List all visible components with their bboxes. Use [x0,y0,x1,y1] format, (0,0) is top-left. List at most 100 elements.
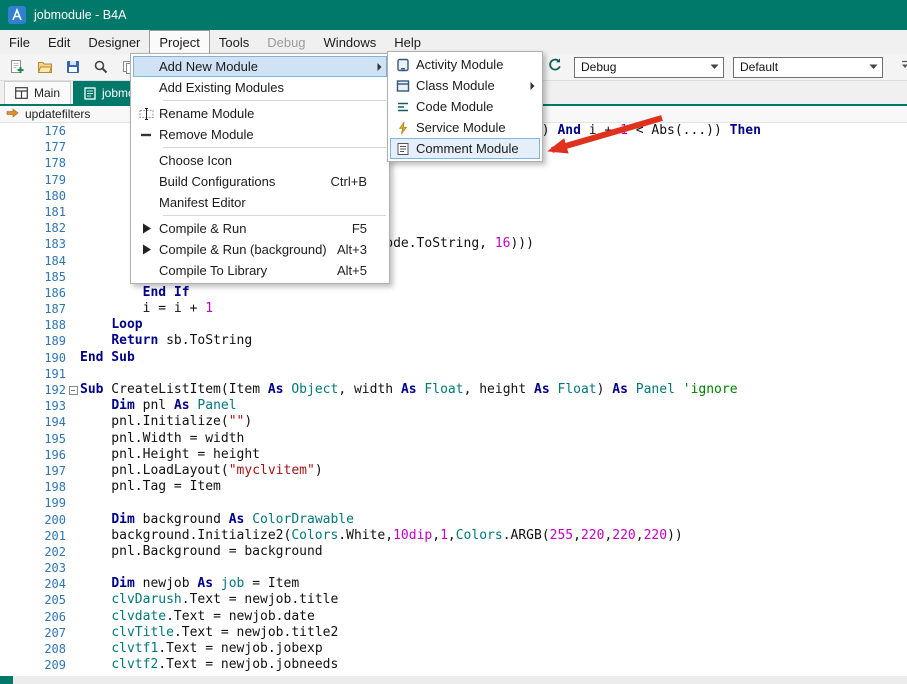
menu-item-remove-module[interactable]: Remove Module [133,124,387,145]
rename-icon [133,107,159,121]
menu-item-class-module[interactable]: Class Module [390,75,540,96]
line-number: 199 [0,495,66,511]
menu-item-comment-module[interactable]: Comment Module [390,138,540,159]
code-line[interactable]: 199 [0,495,907,511]
menu-separator [163,147,386,148]
save-icon [65,59,81,75]
submenu-arrow-icon [530,81,535,90]
refresh-button[interactable] [545,57,565,77]
code-line[interactable]: 197 pnl.LoadLayout("myclvitem") [0,463,907,479]
code-line[interactable]: 186 End If [0,285,907,301]
build-config-dropdown[interactable]: Debug [574,57,724,78]
chevron-down-icon[interactable] [865,64,882,70]
menu-item-label: Choose Icon [159,153,381,168]
menu-item-compile-to-library[interactable]: Compile To LibraryAlt+5 [133,260,387,281]
line-number: 178 [0,155,66,171]
tab-main[interactable]: Main [4,81,71,104]
search-button[interactable] [91,57,111,77]
menu-item-label: Build Configurations [159,174,331,189]
class-module-icon [390,79,416,93]
submenu-arrow-icon [377,62,382,71]
fold-collapse-icon[interactable]: − [69,386,78,395]
window-title: jobmodule - B4A [34,8,126,22]
line-number: 181 [0,204,66,220]
line-number: 190 [0,350,66,366]
code-line[interactable]: 196 pnl.Height = height [0,447,907,463]
menu-item-service-module[interactable]: Service Module [390,117,540,138]
menu-item-build-configurations[interactable]: Build ConfigurationsCtrl+B [133,171,387,192]
default-config-value: Default [734,60,865,74]
menu-item-rename-module[interactable]: Rename Module [133,103,387,124]
code-text: clvdate.Text = newjob.date [80,609,907,625]
menu-edit[interactable]: Edit [39,30,79,54]
code-line[interactable]: 206 clvdate.Text = newjob.date [0,609,907,625]
menu-item-choose-icon[interactable]: Choose Icon [133,150,387,171]
code-line[interactable]: 207 clvTitle.Text = newjob.title2 [0,625,907,641]
code-line[interactable]: 198 pnl.Tag = Item [0,479,907,495]
code-line[interactable]: 192−Sub CreateListItem(Item As Object, w… [0,382,907,398]
code-line[interactable]: 209 clvtf2.Text = newjob.jobneeds [0,657,907,673]
remove-icon [133,128,159,142]
code-line[interactable]: 194 pnl.Initialize("") [0,414,907,430]
menu-file[interactable]: File [0,30,39,54]
menu-item-code-module[interactable]: Code Module [390,96,540,117]
code-line[interactable]: 208 clvtf1.Text = newjob.jobexp [0,641,907,657]
code-line[interactable]: 202 pnl.Background = background [0,544,907,560]
code-text: clvtf1.Text = newjob.jobexp [80,641,907,657]
code-text: pnl.Width = width [80,431,907,447]
toolbar-left [7,54,139,80]
line-number: 180 [0,188,66,204]
code-line[interactable]: 187 i = i + 1 [0,301,907,317]
code-line[interactable]: 188 Loop [0,317,907,333]
save-button[interactable] [63,57,83,77]
code-line[interactable]: 190End Sub [0,350,907,366]
menu-item-compile-run[interactable]: Compile & RunF5 [133,218,387,239]
line-number: 186 [0,285,66,301]
menu-tools[interactable]: Tools [210,30,258,54]
menu-shortcut: F5 [352,221,381,236]
menu-project[interactable]: Project [149,30,209,54]
code-text: clvtf2.Text = newjob.jobneeds [80,657,907,673]
code-line[interactable]: 203 [0,560,907,576]
menu-item-manifest-editor[interactable]: Manifest Editor [133,192,387,213]
line-number: 204 [0,576,66,592]
code-line[interactable]: 201 background.Initialize2(Colors.White,… [0,528,907,544]
line-number: 183 [0,236,66,252]
menu-item-add-existing-modules[interactable]: Add Existing Modules [133,77,387,98]
code-line[interactable]: 193 Dim pnl As Panel [0,398,907,414]
menu-item-compile-run-background[interactable]: Compile & Run (background)Alt+3 [133,239,387,260]
menu-designer[interactable]: Designer [79,30,149,54]
chevron-down-icon[interactable] [706,64,723,70]
default-config-dropdown[interactable]: Default [733,57,883,78]
menu-item-label: Compile To Library [159,263,337,278]
new-file-icon [9,59,25,75]
menu-item-label: Add Existing Modules [159,80,381,95]
code-text: pnl.LoadLayout("myclvitem") [80,463,907,479]
menu-item-label: Remove Module [159,127,381,142]
open-file-button[interactable] [35,57,55,77]
menu-windows[interactable]: Windows [315,30,386,54]
menu-shortcut: Alt+5 [337,263,381,278]
menu-item-add-new-module[interactable]: Add New Module [133,56,387,77]
code-line[interactable]: 205 clvDarush.Text = newjob.title [0,592,907,608]
menu-item-label: Compile & Run [159,221,352,236]
code-line[interactable]: 204 Dim newjob As job = Item [0,576,907,592]
code-line[interactable]: 191 [0,366,907,382]
menu-item-activity-module[interactable]: Activity Module [390,54,540,75]
code-line[interactable]: 195 pnl.Width = width [0,431,907,447]
line-number: 188 [0,317,66,333]
code-text: Return sb.ToString [80,333,907,349]
new-file-button[interactable] [7,57,27,77]
toolbar-overflow-button[interactable] [900,58,907,77]
menu-separator [163,215,386,216]
menu-shortcut: Alt+3 [337,242,381,257]
code-text: Dim background As ColorDrawable [80,512,907,528]
code-line[interactable]: 200 Dim background As ColorDrawable [0,512,907,528]
menu-debug[interactable]: Debug [258,30,314,54]
code-line[interactable]: 189 Return sb.ToString [0,333,907,349]
module-submenu: Activity ModuleClass ModuleCode ModuleSe… [387,51,543,162]
b4a-window: jobmodule - B4A FileEditDesignerProjectT… [0,0,907,684]
line-number: 197 [0,463,66,479]
horizontal-scrollbar[interactable] [0,676,907,684]
menu-item-label: Manifest Editor [159,195,381,210]
